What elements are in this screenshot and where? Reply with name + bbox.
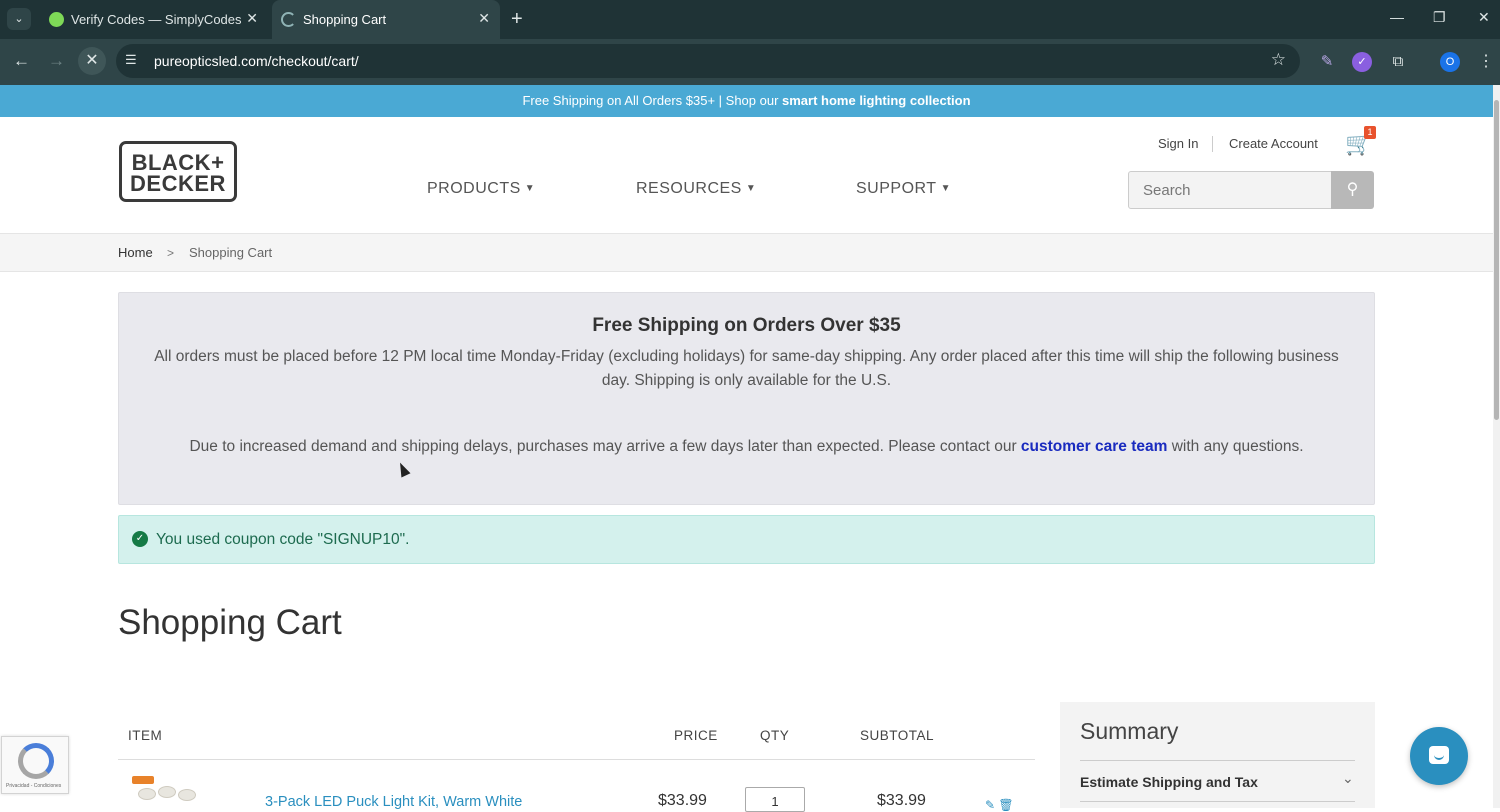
feather-extension-icon[interactable]: ✎ (1317, 52, 1337, 72)
tab-shopping-cart[interactable]: Shopping Cart ✕ (272, 0, 500, 39)
back-icon[interactable]: ← (13, 51, 30, 71)
summary-title: Summary (1080, 718, 1179, 744)
product-subtotal: $33.99 (877, 792, 926, 809)
product-box-tag (132, 776, 154, 784)
bookmark-star-icon[interactable]: ☆ (1271, 50, 1286, 70)
table-divider (118, 759, 1035, 760)
quantity-input[interactable]: 1 (745, 787, 805, 812)
column-header-subtotal: SUBTOTAL (860, 728, 935, 743)
minimize-icon[interactable]: — (1390, 9, 1404, 25)
breadcrumb-home[interactable]: Home (118, 245, 153, 260)
puzzle-extensions-icon[interactable]: ⧉ (1388, 52, 1408, 72)
puck-light-image (158, 786, 176, 798)
scrollbar-thumb[interactable] (1494, 100, 1499, 420)
loading-spinner-icon (281, 12, 296, 27)
notice-text: with any questions. (1167, 438, 1304, 455)
chat-face-icon (1429, 746, 1449, 764)
site-info-icon[interactable]: ☰ (125, 52, 137, 68)
caret-down-icon: ▼ (745, 183, 757, 194)
page-scrollbar[interactable] (1493, 85, 1500, 808)
link-divider (1212, 136, 1213, 152)
url-text: pureopticsled.com/checkout/cart/ (154, 53, 359, 69)
chevron-down-icon[interactable]: ⌄ (1342, 770, 1354, 787)
estimate-shipping-toggle[interactable]: Estimate Shipping and Tax (1080, 774, 1258, 790)
black-decker-logo[interactable]: BLACK+ DECKER (119, 141, 237, 202)
notice-paragraph-1: All orders must be placed before 12 PM l… (154, 348, 1339, 389)
coupon-message-text: You used coupon code "SIGNUP10". (156, 531, 410, 548)
simplycodes-favicon-icon (49, 12, 64, 27)
site-header: BLACK+ DECKER Sign In Create Account 🛒 1… (0, 117, 1493, 234)
promo-text: Free Shipping on All Orders $35+ | Shop … (522, 93, 783, 108)
recaptcha-logo-icon (18, 743, 54, 779)
notice-text: Due to increased demand and shipping del… (189, 438, 1021, 455)
caret-down-icon: ▼ (940, 183, 951, 194)
logo-line-1: BLACK+ (131, 150, 225, 175)
cart-count-badge: 1 (1364, 126, 1376, 139)
stop-loading-icon[interactable]: ✕ (78, 47, 106, 75)
breadcrumb-current: Shopping Cart (189, 245, 273, 260)
puck-light-image (178, 789, 196, 801)
customer-care-link[interactable]: customer care team (1021, 438, 1167, 455)
summary-divider (1080, 801, 1355, 802)
purple-extension-icon[interactable]: ✓ (1352, 52, 1372, 72)
coupon-success-message: ✓ You used coupon code "SIGNUP10". (118, 515, 1375, 564)
product-price: $33.99 (658, 792, 707, 809)
shipping-notice: Free Shipping on Orders Over $35 All ord… (118, 292, 1375, 505)
address-bar[interactable]: ☰ pureopticsled.com/checkout/cart/ ☆ (116, 44, 1300, 78)
breadcrumb: Home > Shopping Cart (0, 234, 1493, 272)
promo-banner: Free Shipping on All Orders $35+ | Shop … (0, 85, 1493, 117)
profile-avatar[interactable]: O (1440, 52, 1460, 72)
search-input[interactable]: Search (1128, 171, 1332, 209)
edit-item-icon[interactable]: ✎ 🗑 (985, 798, 1014, 812)
summary-divider (1080, 760, 1355, 761)
puck-light-image (138, 788, 156, 800)
chevron-right-icon: > (167, 246, 175, 260)
nav-products[interactable]: PRODUCTS ▼ (427, 180, 535, 198)
restore-icon[interactable]: ❐ (1433, 9, 1446, 26)
logo-line-2: DECKER (130, 171, 226, 196)
chat-button[interactable] (1410, 727, 1468, 785)
notice-title: Free Shipping on Orders Over $35 (592, 315, 901, 336)
tab-title: Shopping Cart (303, 12, 387, 27)
caret-down-icon: ▼ (524, 183, 536, 194)
promo-link[interactable]: smart home lighting collection (782, 93, 971, 108)
sign-in-link[interactable]: Sign In (1158, 136, 1198, 151)
check-circle-icon: ✓ (132, 531, 148, 547)
window-close-icon[interactable]: ✕ (1478, 9, 1490, 26)
browser-menu-icon[interactable]: ⋮ (1478, 51, 1494, 71)
forward-icon[interactable]: → (48, 51, 65, 71)
recaptcha-text: Privacidad - Condiciones (6, 783, 62, 789)
browser-tab-bar: ⌄ Verify Codes — SimplyCodes ✕ Shopping … (0, 0, 1500, 39)
column-header-qty: QTY (760, 728, 790, 743)
nav-label: SUPPORT (856, 180, 937, 197)
new-tab-icon[interactable]: + (511, 8, 523, 30)
nav-label: PRODUCTS (427, 180, 521, 197)
order-summary: Summary Estimate Shipping and Tax ⌄ (1060, 702, 1375, 808)
close-icon[interactable]: ✕ (478, 10, 490, 27)
create-account-link[interactable]: Create Account (1229, 136, 1318, 151)
nav-support[interactable]: SUPPORT ▼ (856, 180, 951, 198)
nav-resources[interactable]: RESOURCES ▼ (636, 180, 756, 198)
page-title: Shopping Cart (118, 603, 342, 642)
browser-toolbar: ← → ✕ ☰ pureopticsled.com/checkout/cart/… (0, 39, 1500, 85)
notice-paragraph-2: Due to increased demand and shipping del… (147, 435, 1346, 459)
nav-label: RESOURCES (636, 180, 742, 197)
recaptcha-badge[interactable]: Privacidad - Condiciones (1, 736, 69, 794)
tab-list-button[interactable]: ⌄ (7, 8, 31, 30)
column-header-price: PRICE (674, 728, 718, 743)
tab-title: Verify Codes — SimplyCodes (71, 12, 242, 27)
column-header-item: ITEM (128, 728, 163, 743)
close-icon[interactable]: ✕ (246, 10, 258, 27)
product-thumbnail[interactable] (130, 776, 202, 808)
search-icon: ⚲ (1346, 181, 1359, 198)
tab-simplycodes[interactable]: Verify Codes — SimplyCodes ✕ (40, 0, 268, 39)
search-button[interactable]: ⚲ (1331, 171, 1374, 209)
